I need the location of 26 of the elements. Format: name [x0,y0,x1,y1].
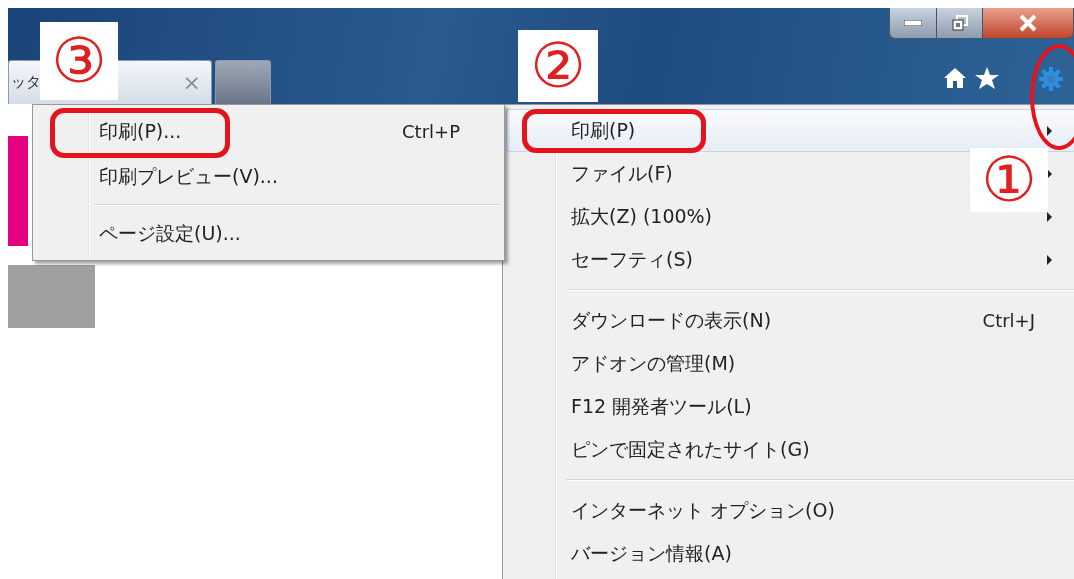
menu-item[interactable]: ファイル(F) [571,160,673,187]
shortcut-label: Ctrl+J [982,310,1035,331]
close-button[interactable] [982,8,1073,38]
restore-icon [951,15,968,31]
star-icon[interactable] [974,66,1000,90]
menu-item[interactable]: F12 開発者ツール(L) [571,393,752,420]
step-number: ③ [40,22,118,100]
restore-button[interactable] [936,8,982,38]
menu-item[interactable]: ダウンロードの表示(N) [571,307,772,334]
highlighted-menu-item[interactable]: 印刷(P) [506,109,1074,152]
menu-item[interactable]: 拡大(Z) (100%) [571,203,713,230]
menu-item[interactable]: 印刷プレビュー(V)... [99,163,278,190]
menu-item[interactable]: 印刷(P)... [99,118,182,145]
close-icon [1018,14,1038,32]
menu-item[interactable]: ピンで固定されたサイト(G) [571,436,810,463]
menu-item[interactable]: セーフティ(S) [571,246,693,273]
menu-item[interactable]: インターネット オプション(O) [571,497,835,524]
menu-item[interactable]: バージョン情報(A) [571,540,732,567]
home-icon[interactable] [943,67,967,89]
step-number: ② [518,30,598,102]
step-number: ① [970,148,1048,212]
menu-item[interactable]: ページ設定(U)... [99,220,241,247]
minimize-icon [904,20,922,26]
menu-item[interactable]: アドオンの管理(M) [571,350,736,377]
tab-title: ッタ [11,73,41,92]
shortcut-label: Ctrl+P [402,121,460,142]
